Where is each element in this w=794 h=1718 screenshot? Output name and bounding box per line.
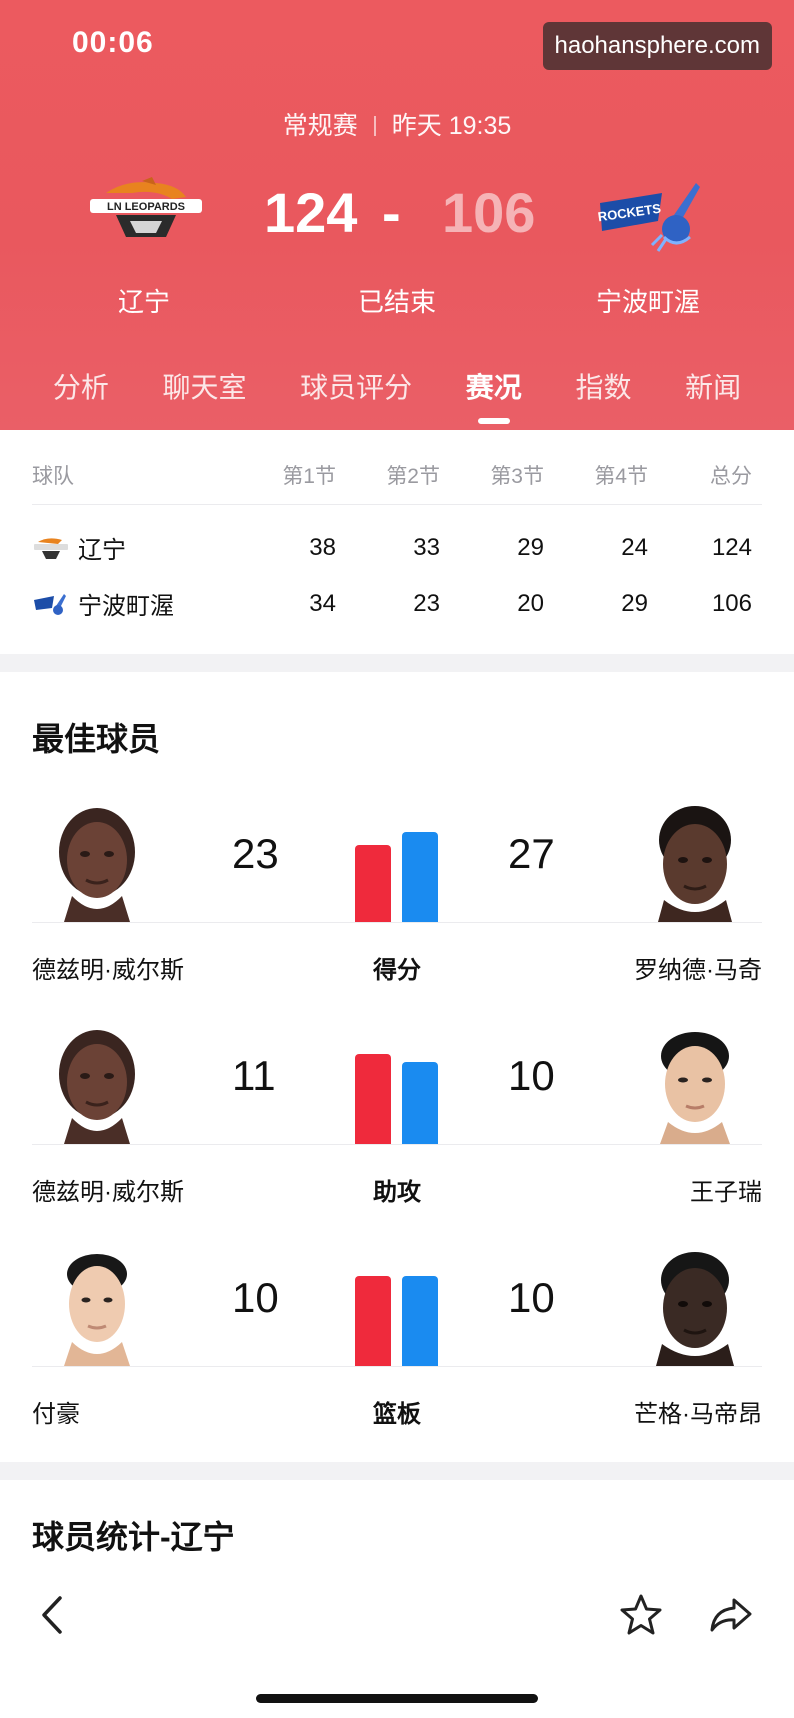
home-score: 124 — [264, 181, 358, 244]
table-header: 球队 第1节 第2节 第3节 第4节 总分 — [32, 460, 762, 490]
table-row: 辽宁 38 33 29 24 124 — [32, 530, 762, 565]
score-dash: - — [382, 181, 401, 244]
star-icon[interactable] — [616, 1590, 666, 1640]
away-team-name: 宁波町渥 — [596, 287, 701, 317]
left-stat-value: 23 — [232, 830, 279, 877]
q3-score: 20 — [517, 589, 544, 617]
tab-chatroom[interactable]: 聊天室 — [162, 366, 246, 414]
right-stat-value: 27 — [508, 830, 555, 877]
match-header: 00:06 haohansphere.com 常规赛 昨天 19:35 LN LE… — [0, 0, 794, 430]
header-q1: 第1节 — [282, 465, 336, 488]
stat-comparison-points: 23 27 德兹明·威尔斯 得分 罗纳德·马奇 — [0, 800, 794, 1022]
away-team-logo[interactable]: ROCKETS — [592, 175, 712, 252]
back-arrow-icon[interactable] — [30, 1590, 80, 1640]
quarter-score-table: 球队 第1节 第2节 第3节 第4节 总分 辽宁 38 33 29 24 124 — [0, 430, 794, 654]
left-stat-bar — [355, 1276, 391, 1366]
right-stat-value: 10 — [508, 1274, 555, 1321]
right-player-name[interactable]: 芒格·马帝昂 — [634, 1394, 762, 1429]
q2-score: 23 — [413, 589, 440, 617]
match-type: 常规赛 — [282, 112, 358, 140]
tab-analysis[interactable]: 分析 — [53, 366, 109, 414]
tab-news[interactable]: 新闻 — [685, 366, 741, 414]
header-q2: 第2节 — [386, 465, 440, 488]
left-stat-bar — [355, 1054, 391, 1144]
match-time: 昨天 19:35 — [391, 112, 512, 140]
header-total: 总分 — [710, 465, 752, 488]
tab-player-rating[interactable]: 球员评分 — [300, 366, 412, 414]
home-team-name: 辽宁 — [118, 287, 171, 317]
stat-label: 助攻 — [373, 1179, 421, 1206]
left-stat-value: 10 — [232, 1274, 279, 1321]
stat-comparison-rebounds: 10 10 付豪 篮板 芒格·马帝昂 — [0, 1244, 794, 1466]
header-team: 球队 — [32, 465, 74, 488]
right-player-name[interactable]: 罗纳德·马奇 — [634, 950, 762, 985]
match-status: 已结束 — [358, 287, 437, 317]
watermark: haohansphere.com — [542, 22, 772, 70]
q3-score: 29 — [517, 533, 544, 561]
block-divider — [32, 1144, 762, 1145]
left-stat-value: 11 — [232, 1052, 276, 1099]
stat-comparison-assists: 11 10 德兹明·威尔斯 助攻 王子瑞 — [0, 1022, 794, 1244]
player-avatar[interactable] — [640, 1022, 750, 1144]
q1-score: 38 — [309, 533, 336, 561]
meta-divider — [373, 116, 376, 136]
table-divider — [32, 504, 762, 505]
right-stat-value: 10 — [508, 1052, 555, 1099]
right-stat-bar — [402, 832, 438, 922]
match-meta: 常规赛 昨天 19:35 — [0, 106, 794, 142]
right-stat-bar — [402, 1062, 438, 1144]
header-q3: 第3节 — [490, 465, 544, 488]
row-team: 辽宁 — [32, 530, 242, 565]
row-team: 宁波町渥 — [32, 586, 242, 621]
q1-score: 34 — [309, 589, 336, 617]
q4-score: 29 — [621, 589, 648, 617]
row-team-name: 宁波町渥 — [78, 593, 174, 620]
q4-score: 24 — [621, 533, 648, 561]
player-avatar[interactable] — [42, 1022, 152, 1144]
row-team-name: 辽宁 — [78, 537, 126, 564]
total-score: 106 — [711, 589, 752, 617]
away-mini-logo-icon — [34, 593, 66, 615]
home-indicator — [256, 1694, 538, 1703]
q2-score: 33 — [413, 533, 440, 561]
tab-bar: 分析 聊天室 球员评分 赛况 指数 新闻 — [0, 350, 794, 430]
best-players-section: 最佳球员 23 27 德兹明·威尔斯 得分 罗纳德·马奇 11 10 德兹明·威… — [0, 672, 794, 1462]
home-mini-logo-icon — [34, 537, 68, 559]
block-divider — [32, 1366, 762, 1367]
header-q4: 第4节 — [594, 465, 648, 488]
home-team-logo[interactable]: LN LEOPARDS — [86, 175, 206, 245]
player-avatar[interactable] — [42, 1244, 152, 1366]
right-player-name[interactable]: 王子瑞 — [690, 1172, 762, 1207]
home-logo-text: LN LEOPARDS — [107, 201, 185, 213]
best-players-title: 最佳球员 — [32, 721, 161, 757]
tab-odds[interactable]: 指数 — [575, 366, 631, 414]
player-avatar[interactable] — [640, 800, 750, 922]
player-stats-title: 球员统计-辽宁 — [32, 1519, 235, 1555]
bottom-toolbar — [0, 1568, 794, 1718]
status-time: 00:06 — [72, 26, 154, 59]
left-stat-bar — [355, 845, 391, 922]
right-stat-bar — [402, 1276, 438, 1366]
table-row: 宁波町渥 34 23 20 29 106 — [32, 586, 762, 621]
player-avatar[interactable] — [42, 800, 152, 922]
player-avatar[interactable] — [640, 1244, 750, 1366]
share-icon[interactable] — [706, 1590, 756, 1640]
block-divider — [32, 922, 762, 923]
away-score: 106 — [442, 181, 536, 244]
total-score: 124 — [711, 533, 752, 561]
tab-match-status[interactable]: 赛况 — [466, 366, 522, 414]
